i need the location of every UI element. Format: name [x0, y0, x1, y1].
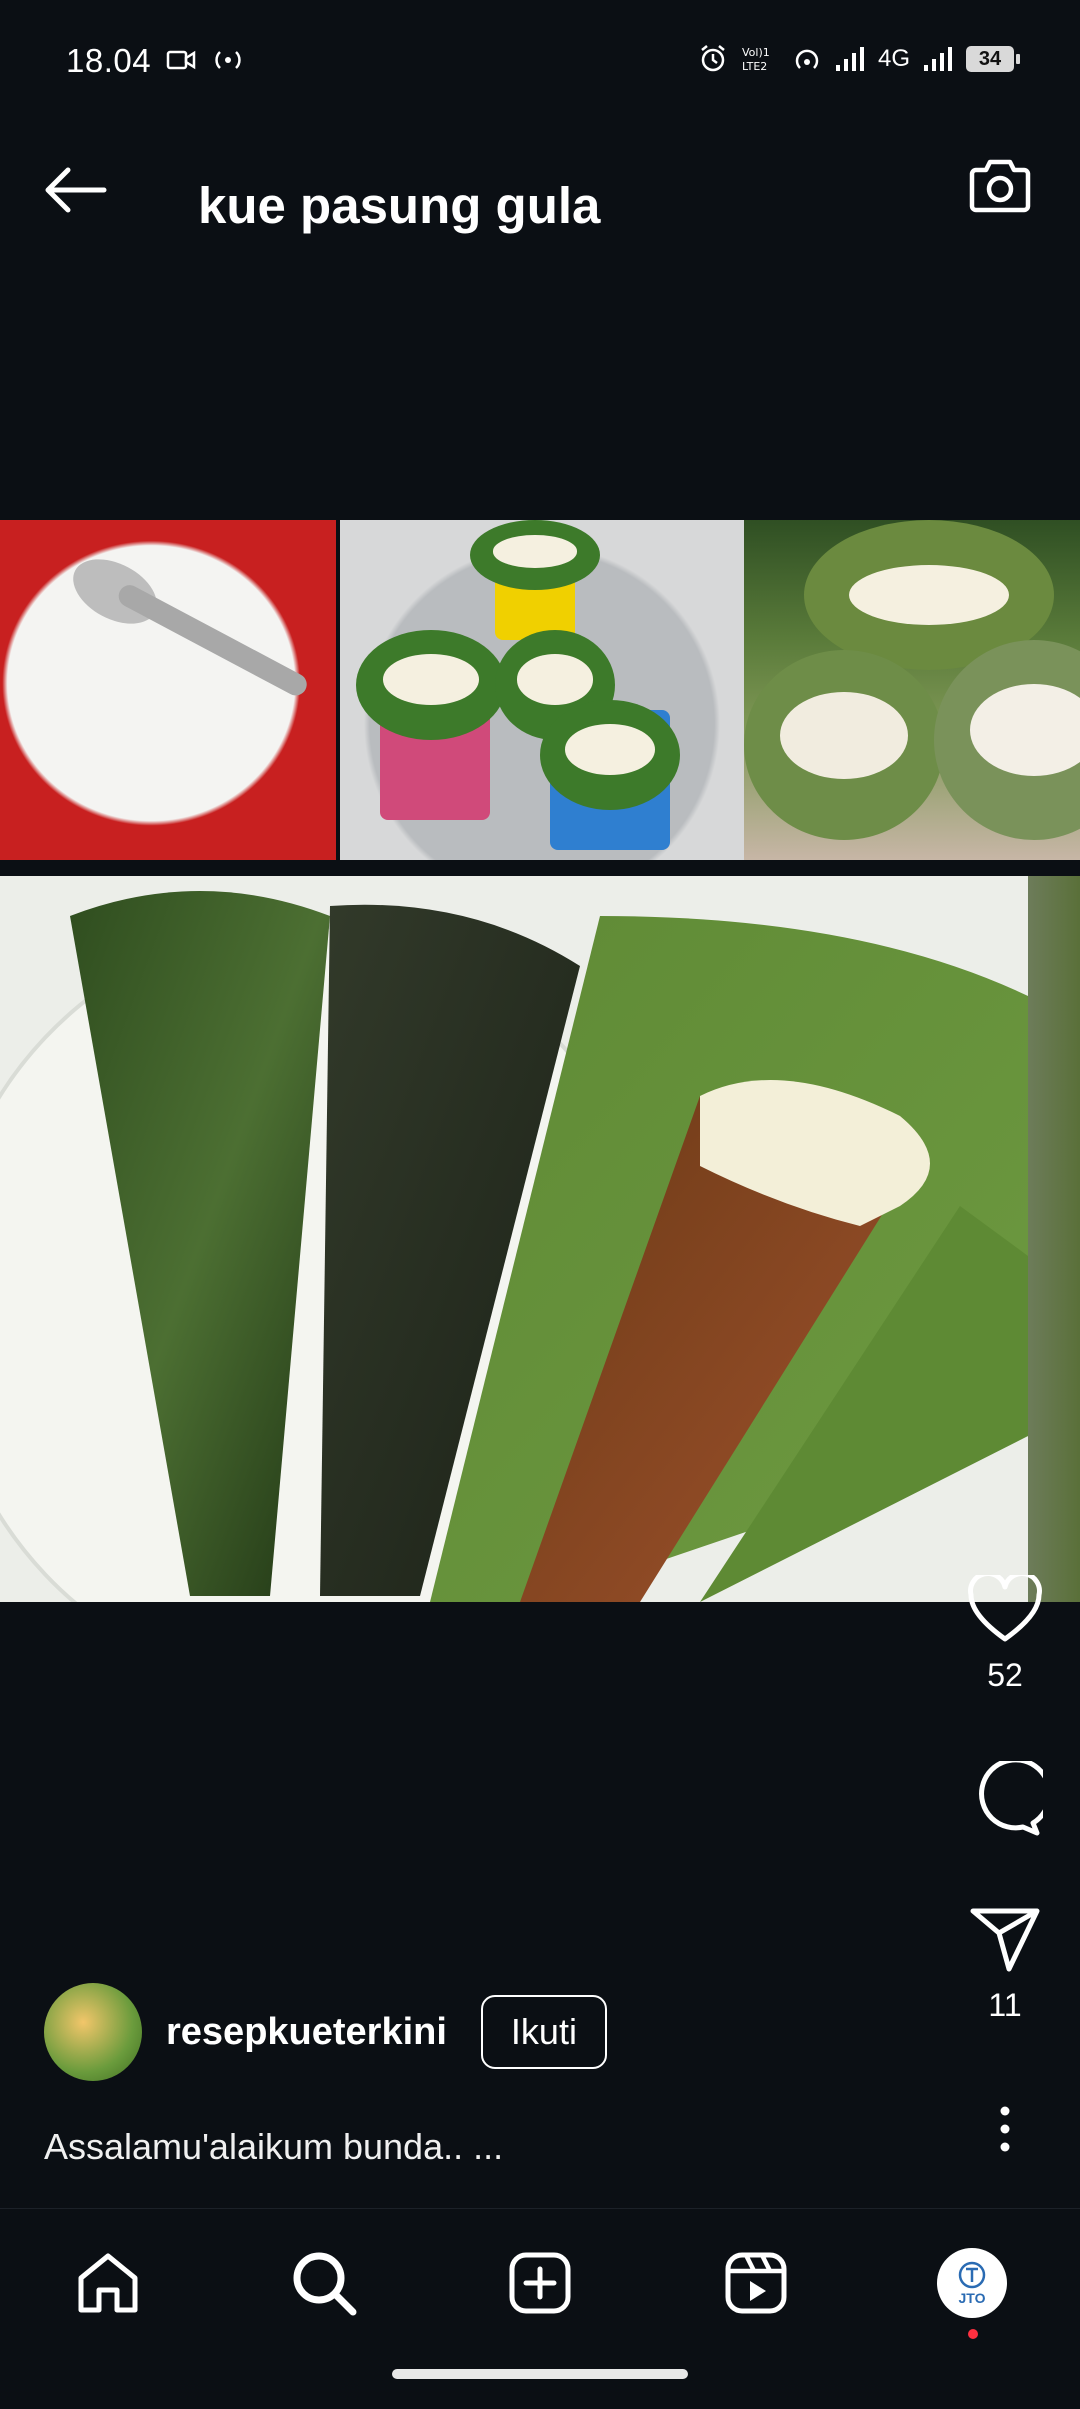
battery-level: 34	[978, 47, 1002, 70]
leaf-cup-shape	[744, 650, 944, 840]
back-button[interactable]	[36, 150, 116, 230]
jto-logo-icon	[958, 2261, 986, 2289]
search-icon	[293, 2252, 357, 2316]
nav-create[interactable]	[500, 2243, 580, 2323]
avatar[interactable]	[44, 1983, 142, 2081]
status-left-icons	[166, 46, 246, 74]
home-icon	[78, 2253, 138, 2313]
volte-icon: Vol)1LTE2	[742, 46, 770, 73]
leaf-cups-photo	[744, 520, 1080, 860]
leaf-cup-shape	[934, 640, 1080, 840]
wireless-signal-icon	[215, 51, 241, 69]
leaf-cup-shape	[356, 630, 506, 740]
alarm-icon	[701, 45, 725, 72]
notification-dot	[968, 2329, 978, 2339]
page-title: kue pasung gula	[198, 177, 601, 234]
more-vertical-icon	[1000, 2106, 1010, 2152]
share-count: 11	[988, 1987, 1022, 2023]
spoon-shape	[62, 546, 168, 637]
leaf-cup-shape	[540, 700, 680, 810]
svg-text:LTE2: LTE2	[742, 60, 767, 73]
network-type: 4G	[877, 45, 910, 72]
battery-icon: 34	[966, 46, 1020, 72]
post-caption[interactable]: Assalamu'alaikum bunda.. ...	[44, 2126, 503, 2168]
spoon-handle-shape	[114, 581, 311, 700]
camera-icon	[969, 159, 1031, 213]
cones-photo	[0, 876, 1028, 1602]
nav-profile[interactable]: JTO	[932, 2243, 1012, 2339]
hotspot-icon	[795, 49, 819, 69]
like-count: 52	[987, 1657, 1023, 1693]
follow-button[interactable]: Ikuti	[480, 1995, 607, 2069]
more-options-button[interactable]	[930, 2105, 1080, 2153]
nav-reels[interactable]	[716, 2243, 796, 2323]
share-button[interactable]: 11	[930, 1905, 1080, 2024]
comment-button[interactable]	[930, 1761, 1080, 1837]
like-button[interactable]: 52	[930, 1575, 1080, 1694]
arrow-left-icon	[45, 167, 107, 213]
status-time: 18.04	[66, 42, 152, 79]
batter-bowl-photo	[0, 520, 336, 860]
status-bar: 18.04 Vol)1 LTE2 4G 34	[0, 0, 1080, 100]
signal-bars-icon	[924, 47, 952, 71]
svg-text:Vol)1: Vol)1	[742, 46, 770, 59]
signal-bars-icon	[835, 47, 864, 71]
next-image-preview	[1028, 876, 1080, 1602]
status-right-icons: Vol)1 LTE2 4G 34	[698, 44, 1020, 74]
header: kue pasung gula	[0, 100, 1080, 260]
post-image[interactable]	[0, 520, 1080, 1602]
reels-icon	[725, 2252, 787, 2314]
steamer-cups-photo	[340, 520, 744, 860]
home-indicator[interactable]	[392, 2369, 688, 2379]
nav-home[interactable]	[68, 2243, 148, 2323]
camera-button[interactable]	[960, 146, 1040, 226]
send-icon	[970, 1908, 1040, 1972]
profile-label: JTO	[958, 2290, 986, 2306]
banana-leaf-cones-illustration	[0, 891, 1028, 1602]
author-row: resepkueterkini Ikuti	[44, 1982, 607, 2082]
profile-avatar: JTO	[937, 2248, 1007, 2318]
comment-icon	[979, 1761, 1043, 1836]
heart-icon	[968, 1575, 1042, 1642]
bottom-nav: JTO	[0, 2208, 1080, 2409]
image-collage-top	[0, 520, 1080, 860]
create-post-icon	[509, 2252, 571, 2314]
leaf-cup-shape	[470, 520, 600, 590]
nav-search[interactable]	[284, 2243, 364, 2323]
video-camera-icon	[166, 50, 196, 70]
username[interactable]: resepkueterkini	[166, 2011, 447, 2054]
